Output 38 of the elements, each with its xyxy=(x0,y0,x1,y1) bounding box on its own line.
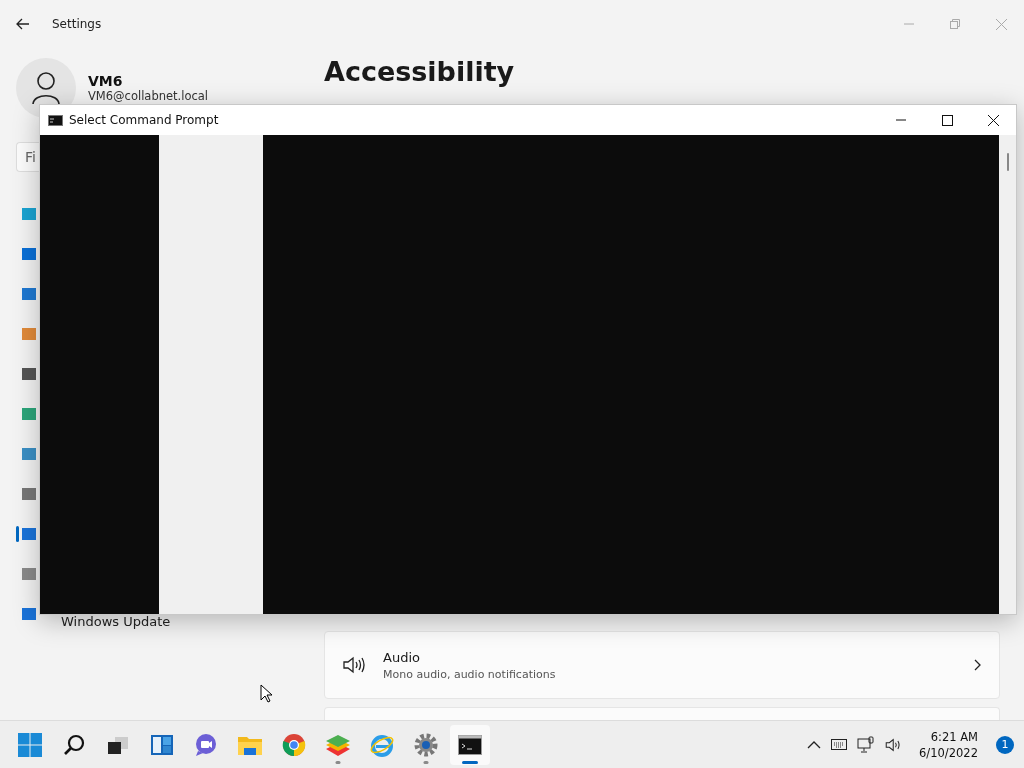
close-icon xyxy=(995,18,1007,30)
user-email: VM6@collabnet.local xyxy=(88,89,209,103)
restore-icon xyxy=(950,19,960,29)
page-title: Accessibility xyxy=(324,56,516,87)
notification-badge[interactable]: 1 xyxy=(996,735,1014,754)
terminal-icon xyxy=(48,114,63,126)
clock[interactable]: 6:21 AM 6/10/2022 xyxy=(919,728,978,761)
browser-e-icon xyxy=(370,732,394,757)
windows-start-icon xyxy=(18,732,42,757)
browser-icon xyxy=(282,732,306,757)
card-subtitle: Mono audio, audio notifications xyxy=(383,667,557,681)
chevron-icon xyxy=(974,659,981,671)
settings-icon xyxy=(414,732,438,757)
task-view-icon xyxy=(107,734,129,755)
person-icon xyxy=(31,71,61,105)
chevron-up-icon[interactable] xyxy=(807,740,822,749)
keyboard-icon[interactable] xyxy=(831,739,848,750)
window-title: Select Command Prompt xyxy=(69,113,219,127)
scrollbar[interactable] xyxy=(999,135,1016,614)
window-title: Settings xyxy=(52,17,102,31)
search-icon xyxy=(63,733,85,756)
taskbar-app-button[interactable] xyxy=(450,724,490,765)
mouse-cursor-icon xyxy=(260,684,273,703)
card-title: Audio xyxy=(383,649,421,665)
sidebar-label: Windows Update xyxy=(61,613,171,629)
terminal-icon xyxy=(458,734,482,755)
chat-icon xyxy=(194,732,218,757)
maximize-icon xyxy=(941,114,953,126)
search-field[interactable]: Fi xyxy=(16,142,40,172)
settings-card[interactable]: Audio Mono audio, audio notifications xyxy=(324,631,1000,699)
user-name: VM6 xyxy=(88,73,124,89)
speaker-icon xyxy=(343,656,365,674)
widgets-icon xyxy=(150,733,174,756)
stacked-layers-icon xyxy=(325,732,351,757)
network-icon[interactable] xyxy=(857,735,876,754)
close-icon xyxy=(987,114,999,126)
settings-category-icon[interactable] xyxy=(16,526,36,542)
back-arrow-icon[interactable] xyxy=(16,18,30,30)
